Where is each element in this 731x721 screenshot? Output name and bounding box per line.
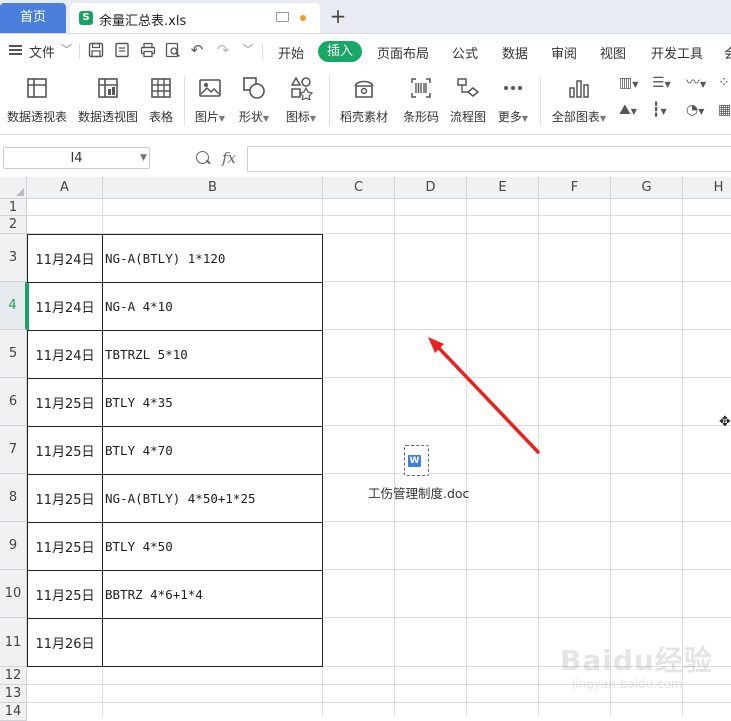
pivot-table-label: 数据透视表 (6, 110, 67, 124)
pivot-table-button[interactable]: 数据透视表 (4, 72, 70, 130)
baidu-watermark: Baidu经验 jingyan.baidu.com (560, 639, 730, 709)
chevron-down-icon[interactable]: ▼ (140, 147, 147, 169)
barcode-icon (411, 78, 431, 98)
docer-material-label: 稻壳素材 (339, 110, 388, 124)
all-charts-label: 全部图表▼ (551, 110, 607, 124)
icon-library-icon (290, 76, 313, 100)
function-icon[interactable]: fx (222, 149, 236, 167)
ribbon-insert: 数据透视表 数据透视图 表格 图片▼ 形状▼ 图标▼ 稻壳素材 条形码 流程图 … (0, 68, 731, 135)
more-label: 更多▼ (497, 110, 529, 124)
new-tab-button[interactable]: + (328, 4, 348, 28)
stock-chart-icon[interactable]: ┇▼ (652, 101, 676, 119)
pivot-chart-icon (98, 78, 118, 98)
icon-label: 图标▼ (285, 110, 317, 124)
undo-icon[interactable]: ↶ (189, 42, 205, 58)
formula-bar: I4 ▼ fx (0, 142, 731, 176)
menu-page-layout[interactable]: 页面布局 (377, 43, 429, 62)
flowchart-icon (457, 78, 480, 97)
divider (329, 76, 330, 126)
menu-data[interactable]: 数据 (502, 43, 528, 62)
chevron-down-icon[interactable]: ﹀ (61, 41, 72, 57)
barcode-button[interactable]: 条形码 (400, 72, 442, 130)
tab-file[interactable]: S 余量汇总表.xls (70, 3, 320, 33)
menu-insert[interactable]: 插入 (318, 41, 362, 62)
formula-input[interactable] (247, 146, 731, 172)
bar-chart-horizontal-icon[interactable]: ☰▼ (652, 74, 676, 92)
picture-label: 图片▼ (194, 110, 226, 124)
docer-material-icon (354, 80, 374, 98)
picture-button[interactable]: 图片▼ (190, 72, 230, 130)
sheet-grid[interactable]: A B C D E F G H 1 2 3 4 5 6 7 8 9 10 11 … (0, 177, 731, 721)
menu-view[interactable]: 视图 (600, 43, 626, 62)
print-icon[interactable] (140, 42, 156, 58)
flowchart-button[interactable]: 流程图 (447, 72, 489, 130)
divider (184, 76, 185, 126)
bar-chart-icon (569, 80, 589, 98)
tab-file-name: 余量汇总表.xls (99, 14, 187, 29)
more-dots-icon (504, 86, 522, 90)
menu-developer[interactable]: 开发工具 (651, 43, 703, 62)
export-pdf-icon[interactable] (114, 42, 130, 58)
flowchart-label: 流程图 (449, 110, 486, 124)
pivot-chart-button[interactable]: 数据透视图 (75, 72, 141, 130)
shape-button[interactable]: 形状▼ (234, 72, 274, 130)
tab-home[interactable]: 首页 (0, 3, 66, 33)
annotation-arrow (428, 337, 540, 454)
watermark-url: jingyan.baidu.com (572, 677, 683, 691)
shape-label: 形状▼ (238, 110, 270, 124)
pivot-table-icon (27, 78, 47, 98)
picture-icon (199, 79, 221, 97)
tab-bar: 首页 S 余量汇总表.xls + (0, 0, 731, 34)
monitor-icon[interactable] (276, 12, 289, 22)
table-button[interactable]: 表格 (145, 72, 177, 130)
table-label: 表格 (148, 110, 173, 124)
divider (540, 76, 541, 126)
column-chart-icon[interactable]: ▥▼ (619, 74, 643, 92)
menu-start[interactable]: 开始 (278, 43, 304, 62)
more-button[interactable]: 更多▼ (494, 72, 532, 130)
docer-material-button[interactable]: 稻壳素材 (336, 72, 392, 130)
watermark-brand: Baidu经验 (560, 644, 713, 677)
shape-icon (243, 77, 265, 99)
save-icon[interactable] (88, 42, 104, 58)
hamburger-icon[interactable] (9, 45, 22, 55)
zoom-icon-handle (206, 159, 211, 165)
menu-file[interactable]: 文件 (29, 42, 55, 61)
radar-chart-icon[interactable]: ▦ (718, 101, 731, 119)
divider (79, 43, 80, 59)
menu-more[interactable]: 会 (724, 43, 731, 62)
print-preview-icon[interactable] (165, 42, 181, 58)
pie-chart-icon[interactable]: ◔▼ (686, 101, 710, 119)
unsaved-dot-icon (300, 15, 306, 21)
menu-bar: 文件 ﹀ ↶ ↷ ﹀ 开始 插入 页面布局 公式 数据 审阅 视图 开发工具 会 (0, 34, 731, 67)
table-icon (151, 78, 171, 98)
cross-cursor-icon: ✥ (719, 414, 731, 430)
icon-button[interactable]: 图标▼ (281, 72, 321, 130)
all-charts-button[interactable]: 全部图表▼ (548, 72, 610, 130)
redo-icon[interactable]: ↷ (215, 42, 231, 58)
pivot-chart-label: 数据透视图 (77, 110, 138, 124)
menu-review[interactable]: 审阅 (551, 43, 577, 62)
area-chart-icon[interactable]: ⛰▼ (619, 101, 643, 119)
line-chart-icon[interactable]: 〰▼ (686, 74, 710, 92)
menu-formula[interactable]: 公式 (452, 43, 478, 62)
name-box[interactable]: I4 (3, 147, 150, 169)
scatter-chart-icon[interactable]: ⁘ (718, 74, 731, 92)
divider (262, 43, 263, 59)
barcode-label: 条形码 (402, 110, 439, 124)
more-quick-icon[interactable]: ﹀ (240, 42, 256, 58)
spreadsheet-icon: S (79, 11, 93, 25)
